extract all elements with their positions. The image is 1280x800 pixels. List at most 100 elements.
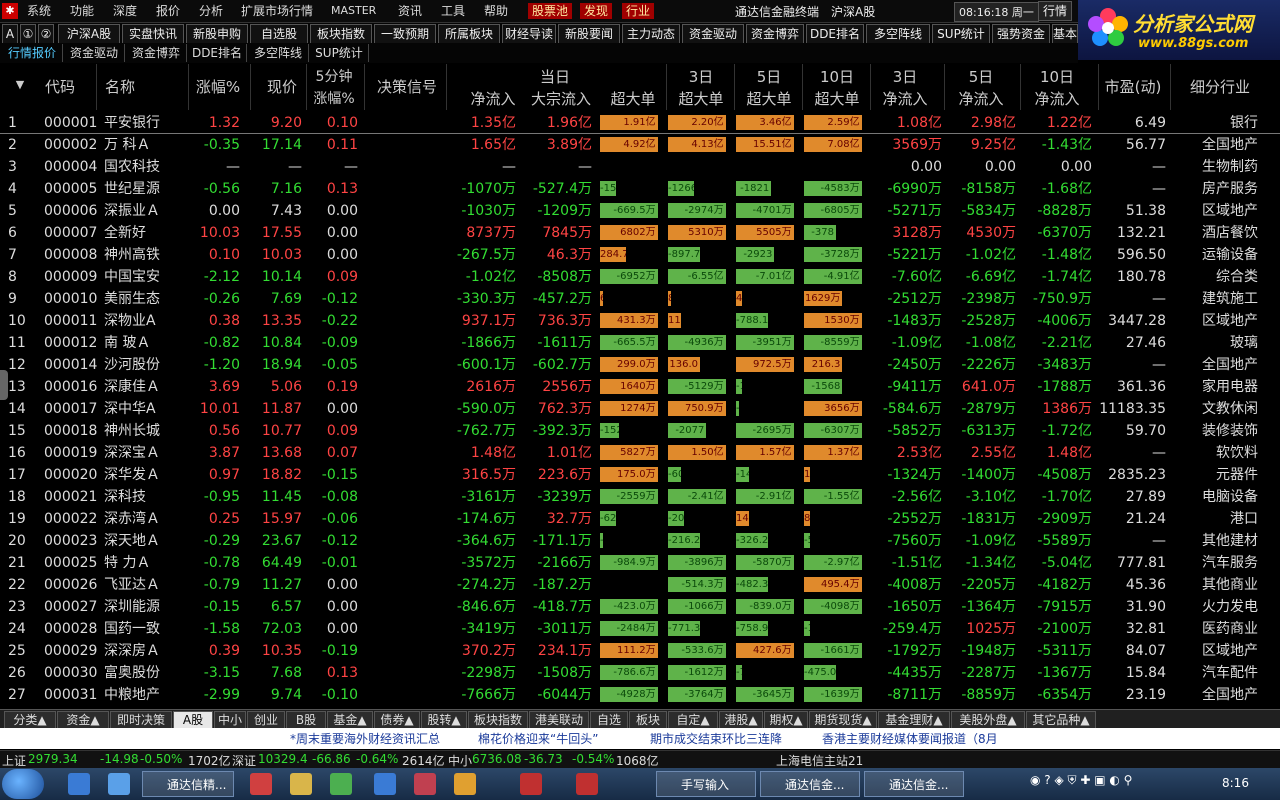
- table-row[interactable]: 13 000016 深康佳Ａ 3.69 5.06 0.19 2616万 2556万 1640万 -…: [0, 375, 1280, 397]
- tab-main-force[interactable]: 主力动态: [622, 24, 680, 44]
- tab-fund-drive[interactable]: 资金驱动: [682, 24, 744, 44]
- tab-sh-sz-a[interactable]: 沪深A股: [58, 24, 120, 44]
- menu-discover[interactable]: 发现: [580, 3, 613, 19]
- menu-master[interactable]: MASTER: [331, 3, 376, 19]
- table-row[interactable]: 11 000012 南 玻Ａ -0.82 10.84 -0.09 -1866万 -1611万 -…: [0, 331, 1280, 353]
- col-industry[interactable]: 细分行业: [1180, 76, 1260, 97]
- tab-two[interactable]: ②: [38, 24, 54, 44]
- tab-strong-fund[interactable]: 强势资金: [992, 24, 1050, 44]
- category-tab[interactable]: 板块: [629, 711, 667, 729]
- category-tab[interactable]: A股: [173, 711, 213, 729]
- tab-sup-2[interactable]: SUP统计: [310, 44, 369, 62]
- tab-ipo[interactable]: 新股申购: [186, 24, 248, 44]
- menu-industry[interactable]: 行业: [622, 3, 655, 19]
- col-name[interactable]: 名称: [100, 76, 140, 97]
- table-row[interactable]: 12 000014 沙河股份 -1.20 18.94 -0.05 -600.1万 -602.7…: [0, 353, 1280, 375]
- menu-quote[interactable]: 报价: [156, 3, 180, 19]
- market-button[interactable]: 行情: [1038, 1, 1072, 21]
- tab-long-short-2[interactable]: 多空阵线: [248, 44, 309, 62]
- table-row[interactable]: 23 000027 深圳能源 -0.15 6.57 0.00 -846.6万 -418.7万 -…: [0, 595, 1280, 617]
- app-icon[interactable]: [454, 773, 476, 795]
- col-5min-1[interactable]: 5分钟: [306, 66, 362, 86]
- table-row[interactable]: 10 000011 深物业A 0.38 13.35 -0.22 937.1万 736.3万 43…: [0, 309, 1280, 331]
- menu-help[interactable]: 帮助: [484, 3, 508, 19]
- app-icon[interactable]: [414, 773, 436, 795]
- col-5min-2[interactable]: 涨幅%: [306, 88, 362, 108]
- table-row[interactable]: 21 000025 特 力Ａ -0.78 64.49 -0.01 -3572万 -2166万 -…: [0, 551, 1280, 573]
- category-tab[interactable]: 基金理财▲: [878, 711, 950, 729]
- col-net10[interactable]: 净流入: [1024, 88, 1090, 109]
- tab-long-short[interactable]: 多空阵线: [866, 24, 930, 44]
- app-icon[interactable]: [330, 773, 352, 795]
- tab-fund-game[interactable]: 资金博弈: [746, 24, 804, 44]
- taskbar-task[interactable]: 通达信金...: [864, 771, 964, 797]
- menu-analysis[interactable]: 分析: [199, 3, 223, 19]
- tab-watchlist[interactable]: 自选股: [250, 24, 308, 44]
- tab-a[interactable]: A: [2, 24, 18, 44]
- menu-stock-pool[interactable]: 股票池: [528, 3, 573, 19]
- menu-function[interactable]: 功能: [70, 3, 94, 19]
- col-10d-super[interactable]: 超大单: [804, 88, 870, 109]
- category-tab[interactable]: 港美联动: [529, 711, 589, 729]
- category-tab[interactable]: 板块指数: [468, 711, 528, 729]
- zx-label[interactable]: 中小: [448, 752, 472, 769]
- app-icon[interactable]: [374, 773, 396, 795]
- col-net[interactable]: 净流入: [460, 88, 526, 109]
- col-net5[interactable]: 净流入: [948, 88, 1014, 109]
- tab-fund-game-2[interactable]: 资金博弈: [126, 44, 187, 62]
- tab-dde[interactable]: DDE排名: [806, 24, 864, 44]
- category-tab[interactable]: B股: [286, 711, 326, 729]
- col-pe[interactable]: 市盈(动): [1100, 76, 1166, 97]
- tab-consensus[interactable]: 一致预期: [374, 24, 436, 44]
- tab-basic[interactable]: 基本: [1052, 24, 1078, 44]
- folder-icon[interactable]: [290, 773, 312, 795]
- table-row[interactable]: 27 000031 中粮地产 -2.99 9.74 -0.10 -7666万 -6044万 -4…: [0, 683, 1280, 705]
- col-chg[interactable]: 涨幅%: [190, 76, 246, 97]
- category-tab[interactable]: 其它品种▲: [1026, 711, 1096, 729]
- category-tab[interactable]: 期货现货▲: [809, 711, 877, 729]
- table-row[interactable]: 19 000022 深赤湾Ａ 0.25 15.97 -0.06 -174.6万 32.7万 -6…: [0, 507, 1280, 529]
- taskbar-task[interactable]: 手写输入: [656, 771, 756, 797]
- table-row[interactable]: 24 000028 国药一致 -1.58 72.03 0.00 -3419万 -3011万 -2…: [0, 617, 1280, 639]
- menu-info[interactable]: 资讯: [398, 3, 422, 19]
- table-row[interactable]: 26 000030 富奥股份 -3.15 7.68 0.13 -2298万 -1508万 -78…: [0, 661, 1280, 683]
- table-row[interactable]: 14 000017 深中华A 10.01 11.87 0.00 -590.0万 762.3万 1…: [0, 397, 1280, 419]
- server-status[interactable]: 上海电信主站21: [776, 752, 863, 769]
- category-tab[interactable]: 中小: [214, 711, 246, 729]
- category-tab[interactable]: 自选: [590, 711, 628, 729]
- col-5d-super[interactable]: 超大单: [736, 88, 802, 109]
- app-icon[interactable]: [520, 773, 542, 795]
- table-row[interactable]: 9 000010 美丽生态 -0.26 7.69 -0.12 -330.3万 -457.2万 6…: [0, 287, 1280, 309]
- col-3d-super[interactable]: 超大单: [668, 88, 734, 109]
- table-row[interactable]: 18 000021 深科技 -0.95 11.45 -0.08 -3161万 -3239万 -2…: [0, 485, 1280, 507]
- tab-fund-drive-2[interactable]: 资金驱动: [64, 44, 125, 62]
- table-row[interactable]: 2 000002 万 科Ａ -0.35 17.14 0.11 1.65亿 3.89亿 4.92亿…: [0, 133, 1280, 155]
- table-row[interactable]: 17 000020 深华发Ａ 0.97 18.82 -0.15 316.5万 223.6万 17…: [0, 463, 1280, 485]
- col-code[interactable]: 代码: [40, 76, 80, 97]
- category-tab[interactable]: 基金▲: [327, 711, 373, 729]
- tab-one[interactable]: ①: [20, 24, 36, 44]
- category-tab[interactable]: 港股▲: [719, 711, 763, 729]
- brand-url[interactable]: www.88gs.com: [1138, 36, 1248, 51]
- category-tab[interactable]: 期权▲: [764, 711, 808, 729]
- ie-icon[interactable]: [108, 773, 130, 795]
- category-tab[interactable]: 即时决策: [110, 711, 172, 729]
- news-item[interactable]: 期市成交结束环比三连降: [650, 730, 782, 747]
- app-icon[interactable]: [250, 773, 272, 795]
- news-item[interactable]: *周末重要海外财经资讯汇总: [290, 730, 440, 747]
- table-row[interactable]: 16 000019 深深宝Ａ 3.87 13.68 0.07 1.48亿 1.01亿 5827万…: [0, 441, 1280, 463]
- category-tab[interactable]: 自定▲: [668, 711, 718, 729]
- system-tray[interactable]: ◉ ? ◈ ⛨ ✚ ▣ ◐ ⚲: [1030, 773, 1132, 788]
- tab-quote[interactable]: 行情报价: [2, 44, 63, 62]
- table-row[interactable]: 1 000001 平安银行 1.32 9.20 0.10 1.35亿 1.96亿 1.91亿 2.…: [0, 111, 1280, 134]
- taskbar-clock[interactable]: 8:16: [1222, 776, 1249, 790]
- sort-arrow-icon[interactable]: ▼: [10, 78, 30, 91]
- app-icon[interactable]: [576, 773, 598, 795]
- col-price[interactable]: 现价: [262, 76, 302, 97]
- table-row[interactable]: 3 000004 国农科技 — — — — — 0.00 0.00 0.00 — 生物制药: [0, 155, 1280, 177]
- table-row[interactable]: 15 000018 神州长城 0.56 10.77 0.09 -762.7万 -392.3万 -…: [0, 419, 1280, 441]
- category-tab[interactable]: 资金▲: [57, 711, 109, 729]
- category-tab[interactable]: 债券▲: [374, 711, 420, 729]
- table-row[interactable]: 25 000029 深深房Ａ 0.39 10.35 -0.19 370.2万 234.1万 11…: [0, 639, 1280, 661]
- start-button[interactable]: [2, 769, 44, 799]
